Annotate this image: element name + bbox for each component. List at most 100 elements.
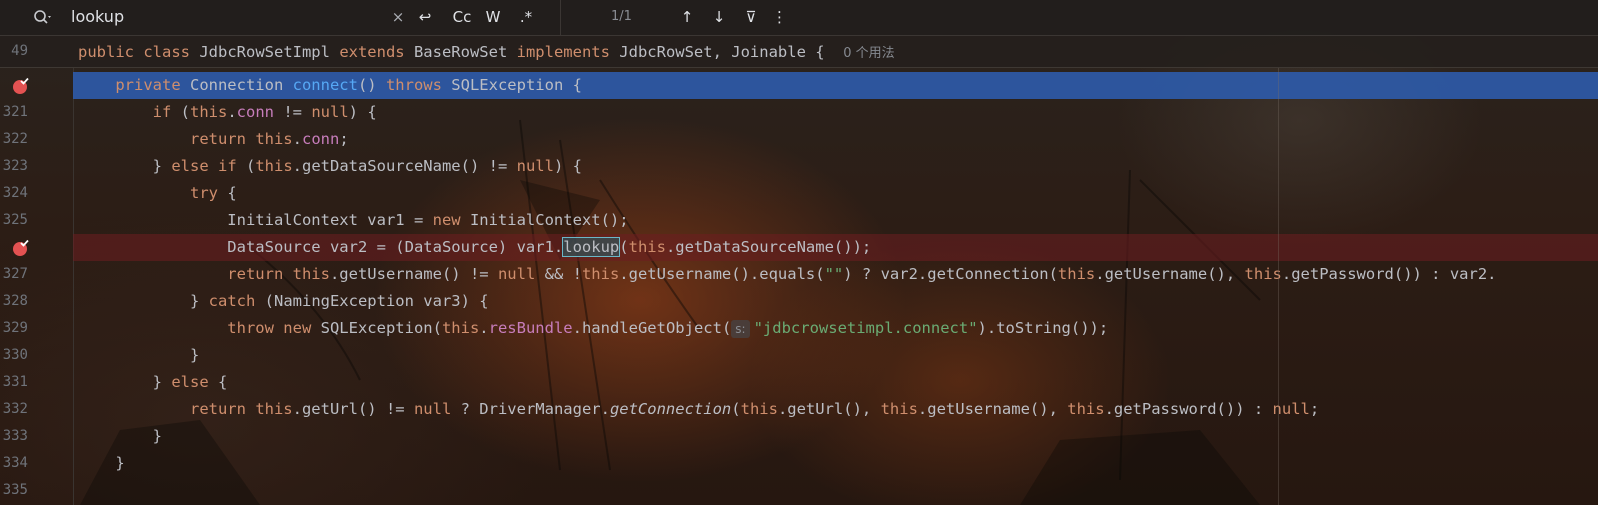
line-number[interactable]: 327 <box>0 266 28 282</box>
code-token: SQLException( <box>320 319 442 337</box>
line-number[interactable]: 323 <box>0 158 28 174</box>
line-number[interactable]: 330 <box>0 347 28 363</box>
code-token: null <box>516 157 554 175</box>
code-token: .getDataSourceName() != <box>292 157 517 175</box>
code-token: ).toString()); <box>977 319 1109 337</box>
code-token: public <box>78 43 144 61</box>
line-number[interactable]: 329 <box>0 320 28 336</box>
code-token: this <box>628 238 666 256</box>
code-token: "jdbcrowsetimpl.connect" <box>753 319 978 337</box>
code-token: } <box>78 292 209 310</box>
code-token: InitialContext var1 = <box>78 211 433 229</box>
code-token: .getUsername().equals( <box>619 265 825 283</box>
newline-toggle-icon[interactable]: ↩ <box>414 6 436 28</box>
search-input[interactable] <box>71 7 371 26</box>
usages-hint[interactable]: 0 个用法 <box>843 46 894 61</box>
code-token: .getPassword()) : var2. <box>1281 265 1497 283</box>
line-number[interactable]: 325 <box>0 212 28 228</box>
code-token: .getUrl(), <box>777 400 881 418</box>
code-token: this <box>880 400 918 418</box>
breakpoint-line[interactable]: DataSource var2 = (DataSource) var1.look… <box>0 234 1598 261</box>
code-line[interactable]: 324 try { <box>0 180 1598 207</box>
match-count: 1/1 <box>611 9 632 24</box>
code-line[interactable]: 329 throw new SQLException(this.resBundl… <box>0 315 1598 342</box>
line-number[interactable]: 328 <box>0 293 28 309</box>
code-token: { <box>227 184 237 202</box>
code-token: if <box>78 103 181 121</box>
line-number[interactable]: 333 <box>0 428 28 444</box>
code-text: } else { <box>78 373 228 391</box>
more-options-icon[interactable]: ⋮ <box>772 6 787 28</box>
current-execution-line[interactable]: private Connection connect() throws SQLE… <box>0 72 1598 99</box>
code-token: implements <box>516 43 620 61</box>
code-token: (NamingException var3) { <box>264 292 489 310</box>
line-number[interactable]: 321 <box>0 104 28 120</box>
next-match-icon[interactable]: ↓ <box>710 6 728 28</box>
breakpoint-icon[interactable] <box>11 239 29 257</box>
code-text: if (this.conn != null) { <box>78 103 377 121</box>
code-line[interactable]: 332 return this.getUrl() != null ? Drive… <box>0 396 1598 423</box>
code-token: && ! <box>535 265 582 283</box>
sticky-class-header[interactable]: 49 public class JdbcRowSetImpl extends B… <box>0 36 1598 68</box>
code-line[interactable]: 335 <box>0 477 1598 504</box>
code-token: } <box>78 454 125 472</box>
code-token: SQLException { <box>451 76 582 94</box>
code-token: else if <box>171 157 246 175</box>
code-token: InitialContext(); <box>469 211 629 229</box>
search-match: lookup <box>562 237 621 257</box>
line-number[interactable]: 331 <box>0 374 28 390</box>
code-token: this <box>190 103 228 121</box>
code-line[interactable]: 321 if (this.conn != null) { <box>0 99 1598 126</box>
parameter-hint: s: <box>731 320 750 338</box>
code-token: connect <box>292 76 358 94</box>
line-number[interactable]: 335 <box>0 482 28 498</box>
code-token: getConnection <box>609 400 732 418</box>
code-token: () <box>357 76 386 94</box>
code-text: return this.getUrl() != null ? DriverMan… <box>78 400 1319 418</box>
line-number[interactable]: 324 <box>0 185 28 201</box>
code-token: return <box>78 400 256 418</box>
code-line[interactable]: 328 } catch (NamingException var3) { <box>0 288 1598 315</box>
code-line[interactable]: 331 } else { <box>0 369 1598 396</box>
code-token: . <box>227 103 237 121</box>
code-token: ) ? var2.getConnection( <box>843 265 1058 283</box>
find-bar-divider <box>560 0 561 35</box>
code-text: try { <box>78 184 237 202</box>
code-token: try <box>78 184 228 202</box>
code-token: ) { <box>553 157 582 175</box>
code-token: . <box>479 319 489 337</box>
code-token: != <box>274 103 312 121</box>
previous-match-icon[interactable]: ↑ <box>678 6 696 28</box>
code-token: .getUsername() != <box>329 265 498 283</box>
code-token: Connection <box>189 76 293 94</box>
code-token: } <box>78 157 172 175</box>
line-number: 49 <box>11 43 28 59</box>
regex-toggle[interactable]: .* <box>515 6 537 28</box>
line-number[interactable]: 332 <box>0 401 28 417</box>
search-history-icon[interactable] <box>32 8 54 26</box>
code-token: { <box>218 373 228 391</box>
code-line[interactable]: 325 InitialContext var1 = new InitialCon… <box>0 207 1598 234</box>
clear-search-icon[interactable]: × <box>391 6 405 28</box>
whole-words-toggle[interactable]: W <box>484 6 502 28</box>
line-number[interactable]: 322 <box>0 131 28 147</box>
code-token: JdbcRowSetImpl <box>199 43 340 61</box>
code-line[interactable]: 330 } <box>0 342 1598 369</box>
find-bar: × ↩ Cc W .* 1/1 ↑ ↓ ⊽ ⋮ <box>0 0 1598 36</box>
breakpoint-icon[interactable] <box>11 77 29 95</box>
code-token: .getDataSourceName()); <box>665 238 872 256</box>
code-line[interactable]: 327 return this.getUsername() != null &&… <box>0 261 1598 288</box>
code-token: this <box>581 265 620 283</box>
code-text: return this.getUsername() != null && !th… <box>78 265 1497 283</box>
code-token: this <box>255 130 293 148</box>
code-line[interactable]: 334 } <box>0 450 1598 477</box>
code-line[interactable]: 333 } <box>0 423 1598 450</box>
code-token: "" <box>824 265 844 283</box>
match-case-toggle[interactable]: Cc <box>450 6 474 28</box>
code-text: } <box>78 346 199 364</box>
code-text: } catch (NamingException var3) { <box>78 292 489 310</box>
filter-icon[interactable]: ⊽ <box>742 6 760 28</box>
code-line[interactable]: 322 return this.conn; <box>0 126 1598 153</box>
code-line[interactable]: 323 } else if (this.getDataSourceName() … <box>0 153 1598 180</box>
line-number[interactable]: 334 <box>0 455 28 471</box>
